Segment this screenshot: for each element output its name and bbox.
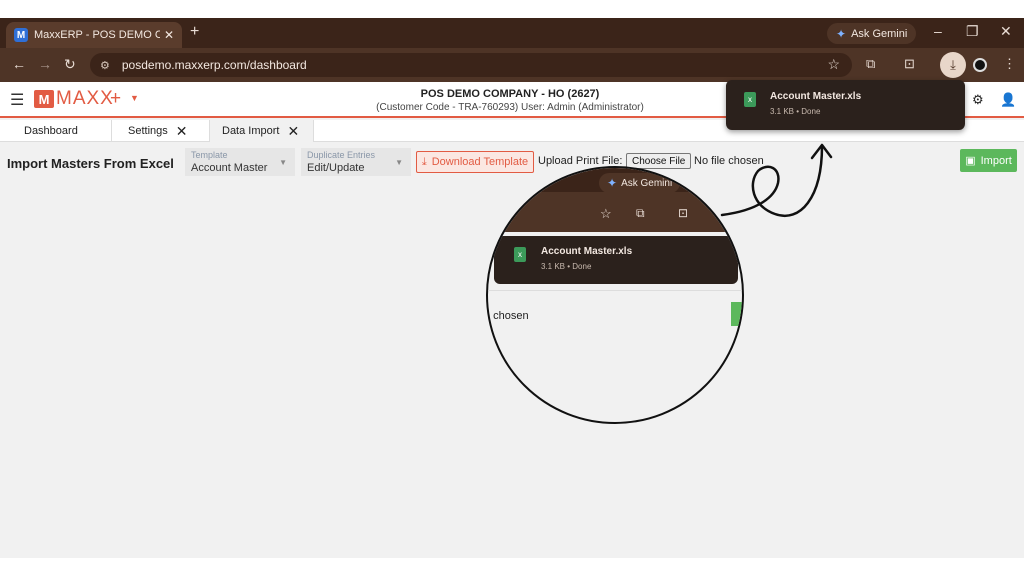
browser-window: M MaxxERP - POS DEMO COMPA ✕ + ✦ Ask Gem… bbox=[0, 18, 1024, 558]
curly-arrow-annotation bbox=[720, 143, 833, 217]
